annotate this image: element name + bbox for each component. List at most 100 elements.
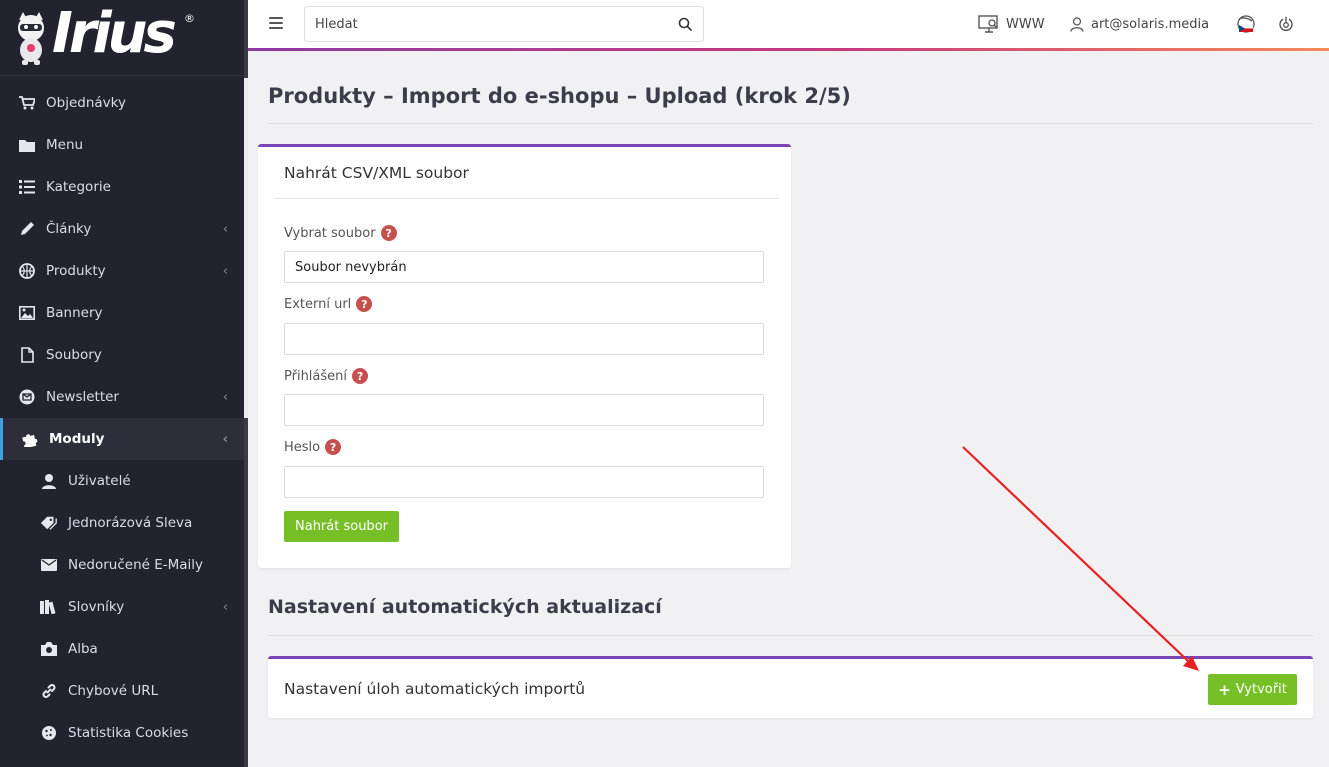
camera-icon [40,640,58,658]
www-link[interactable]: WWW [978,0,1045,48]
topbar: WWW art@solaris.media [248,0,1329,48]
sidebar-item-objednavky[interactable]: Objednávky [0,82,244,124]
brand-name: Irius [52,1,177,66]
books-icon [40,598,58,616]
label-text: Externí url [284,296,352,312]
file-label: Vybrat soubor ? [284,225,397,241]
cookie-icon [40,724,58,742]
search-box [304,6,704,42]
scrollbar-thumb[interactable] [244,78,248,418]
sidebar-subitem-jednorazova-sleva[interactable]: Jednorázová Sleva [0,502,244,544]
password-input[interactable] [284,466,764,498]
chevron-left-icon: ‹ [222,389,228,405]
sidebar-item-label: Soubory [46,347,102,363]
help-icon[interactable]: ? [352,368,369,384]
user-icon [40,472,58,490]
sidebar-item-clanky[interactable]: Články ‹ [0,208,244,250]
chevron-left-icon: ‹ [222,263,228,279]
mail-circle-icon [18,388,36,406]
sidebar-item-label: Kategorie [46,179,111,195]
sidebar-item-label: Slovníky [68,599,125,615]
sidebar-item-label: Moduly [49,431,105,447]
sidebar-item-moduly[interactable]: Moduly ‹ [0,418,244,460]
brand-logo[interactable]: Irius ® [0,0,244,76]
chevron-left-icon: ‹ [222,221,228,237]
sidebar-subitem-slovniky[interactable]: Slovníky ‹ [0,586,244,628]
annotation-arrow [962,446,1199,671]
label-text: Vybrat soubor [284,225,376,241]
sidebar-item-kategorie[interactable]: Kategorie [0,166,244,208]
sidebar-nav: Objednávky Menu Kategorie Články ‹ Produ… [0,82,244,754]
language-switch[interactable] [1236,0,1256,48]
card-title: Nahrát CSV/XML soubor [284,164,469,182]
sidebar-item-label: Uživatelé [68,473,131,489]
button-label: Vytvořit [1235,682,1287,697]
sidebar-subitem-chybove-url[interactable]: Chybové URL [0,670,244,712]
sidebar-item-label: Alba [68,641,98,657]
sidebar: Irius ® Objednávky Menu Kategorie Články… [0,0,248,767]
auto-import-card: Nastavení úloh automatických importů + V… [268,656,1313,718]
user-email: art@solaris.media [1091,16,1210,32]
sidebar-panel: Irius ® Objednávky Menu Kategorie Články… [0,0,244,767]
sidebar-item-menu[interactable]: Menu [0,124,244,166]
sidebar-item-newsletter[interactable]: Newsletter ‹ [0,376,244,418]
login-label: Přihlášení ? [284,368,369,384]
sidebar-item-produkty[interactable]: Produkty ‹ [0,250,244,292]
sidebar-subitem-statistika-cookies[interactable]: Statistika Cookies [0,712,244,754]
search-icon[interactable] [678,17,692,31]
page-title: Produkty – Import do e-shopu – Upload (k… [268,84,851,108]
plus-icon: + [1218,680,1231,699]
divider [268,123,1313,124]
help-icon[interactable]: ? [325,439,342,455]
sidebar-item-label: Bannery [46,305,103,321]
sidebar-item-label: Newsletter [46,389,119,405]
sidebar-subitem-nedorucene-emaily[interactable]: Nedoručené E-Maily [0,544,244,586]
button-label: Nahrát soubor [295,519,388,534]
puzzle-icon [21,430,39,448]
monitor-search-icon [978,15,998,33]
sidebar-item-bannery[interactable]: Bannery [0,292,244,334]
logout-button[interactable] [1278,0,1294,48]
hamburger-menu-icon[interactable] [269,17,283,29]
registered-mark: ® [184,12,195,25]
czech-flag-icon [1237,15,1255,33]
pen-icon [18,220,36,238]
help-icon[interactable]: ? [380,225,397,241]
chevron-down-icon: ‹ [222,431,228,447]
create-button[interactable]: + Vytvořit [1208,674,1297,705]
search-input[interactable] [315,7,665,41]
cart-icon [18,94,36,112]
label-text: Přihlášení [284,368,348,384]
image-icon [18,304,36,322]
user-menu[interactable]: art@solaris.media [1070,0,1209,48]
basketball-icon [18,262,36,280]
sidebar-scrollbar[interactable] [244,0,248,767]
file-picker[interactable]: Soubor nevybrán [284,251,764,283]
mascot-icon [18,12,44,65]
password-label: Heslo ? [284,439,342,455]
sidebar-item-label: Statistika Cookies [68,725,189,741]
divider [274,198,779,199]
file-picker-value: Soubor nevybrán [295,259,407,275]
upload-button[interactable]: Nahrát soubor [284,511,399,542]
tags-icon [40,514,58,532]
card-title: Nastavení úloh automatických importů [284,680,586,698]
external-url-input[interactable] [284,323,764,355]
sidebar-item-label: Články [46,221,92,237]
sidebar-item-label: Jednorázová Sleva [68,515,193,531]
topbar-gradient-line [248,48,1329,51]
chevron-left-icon: ‹ [222,599,228,615]
help-icon[interactable]: ? [356,296,373,312]
label-text: Heslo [284,439,321,455]
login-input[interactable] [284,394,764,426]
sidebar-item-label: Produkty [46,263,106,279]
mail-icon [40,556,58,574]
sidebar-subitem-uzivatele[interactable]: Uživatelé [0,460,244,502]
url-label: Externí url ? [284,296,373,312]
power-icon [1279,16,1293,31]
folder-icon [18,136,36,154]
sidebar-item-soubory[interactable]: Soubory [0,334,244,376]
user-outline-icon [1070,16,1084,32]
sidebar-item-label: Menu [46,137,84,153]
sidebar-subitem-alba[interactable]: Alba [0,628,244,670]
